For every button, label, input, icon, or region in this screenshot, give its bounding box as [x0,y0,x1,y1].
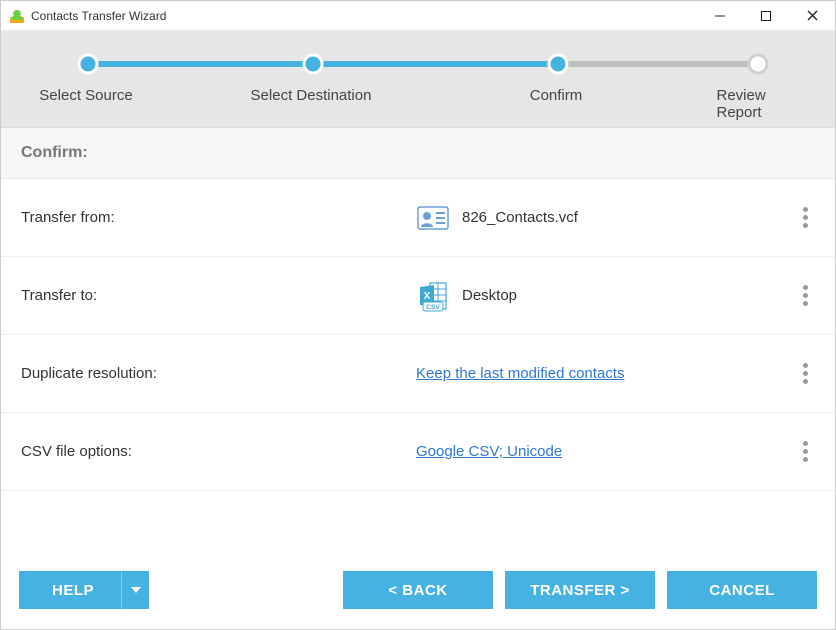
close-button[interactable] [789,1,835,31]
contact-card-icon [416,201,450,235]
maximize-button[interactable] [743,1,789,31]
row-csv-options: CSV file options: Google CSV; Unicode [1,413,835,491]
from-value: 826_Contacts.vcf [462,209,578,226]
app-icon [9,8,25,24]
footer: HELP < BACK TRANSFER > CANCEL [1,555,835,629]
help-button[interactable]: HELP [19,571,149,609]
row-label-csv: CSV file options: [21,443,416,460]
step-label-source: Select Source [39,87,132,104]
row-value-dup: Keep the last modified contacts [416,365,795,382]
step-label-review: Review Report [717,87,796,121]
more-button-dup[interactable] [795,363,815,384]
section-heading: Confirm: [1,128,835,179]
more-button-to[interactable] [795,285,815,306]
chevron-down-icon [121,571,149,609]
more-button-csv[interactable] [795,441,815,462]
row-transfer-to: Transfer to: X CSV Desktop [1,257,835,335]
back-button[interactable]: < BACK [343,571,493,609]
svg-text:X: X [424,291,431,302]
help-button-label: HELP [52,582,94,599]
minimize-button[interactable] [697,1,743,31]
duplicate-resolution-link[interactable]: Keep the last modified contacts [416,365,624,382]
csv-options-link[interactable]: Google CSV; Unicode [416,443,562,460]
row-value-to: X CSV Desktop [416,279,795,313]
confirm-rows: Transfer from: 826_Contacts.vcf Transfer… [1,179,835,555]
step-label-confirm: Confirm [530,87,583,104]
to-value: Desktop [462,287,517,304]
step-label-destination: Select Destination [251,87,372,104]
transfer-button[interactable]: TRANSFER > [505,571,655,609]
stepper: Select Source Select Destination Confirm… [1,31,835,128]
row-value-csv: Google CSV; Unicode [416,443,795,460]
more-button-from[interactable] [795,207,815,228]
excel-csv-icon: X CSV [416,279,450,313]
row-label-from: Transfer from: [21,209,416,226]
row-label-dup: Duplicate resolution: [21,365,416,382]
cancel-button[interactable]: CANCEL [667,571,817,609]
svg-text:CSV: CSV [426,304,440,311]
row-transfer-from: Transfer from: 826_Contacts.vcf [1,179,835,257]
footer-spacer [161,571,331,609]
row-duplicate-resolution: Duplicate resolution: Keep the last modi… [1,335,835,413]
stepper-labels: Select Source Select Destination Confirm… [1,87,835,109]
row-label-to: Transfer to: [21,287,416,304]
window-title: Contacts Transfer Wizard [31,9,697,23]
row-value-from: 826_Contacts.vcf [416,201,795,235]
titlebar: Contacts Transfer Wizard [1,1,835,31]
